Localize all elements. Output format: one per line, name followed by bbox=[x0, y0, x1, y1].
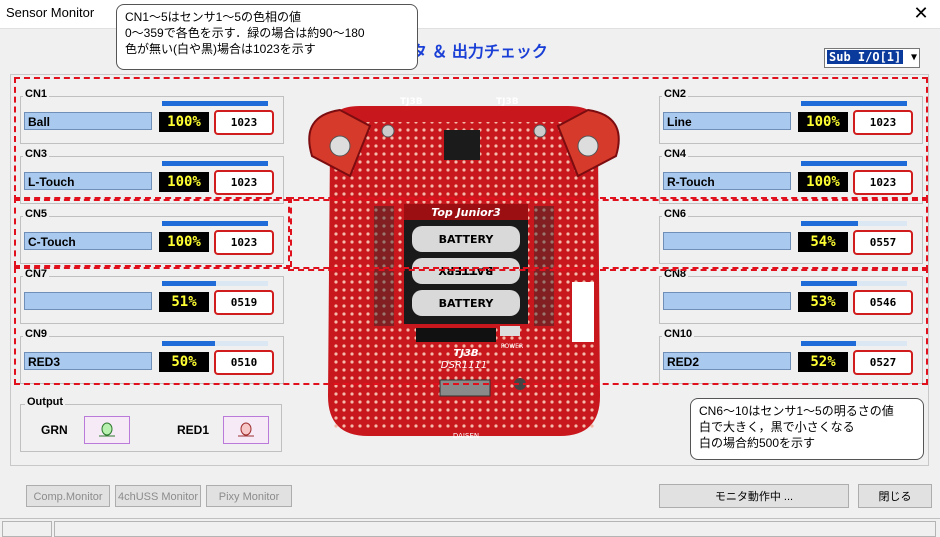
callout-line: CN1～5はセンサ1～5の色相の値 bbox=[125, 10, 302, 24]
window-title: Sensor Monitor bbox=[6, 5, 95, 20]
status-panel bbox=[2, 521, 52, 537]
callout-line: CN6～10はセンサ1～5の明るさの値 bbox=[699, 404, 894, 418]
red1-label: RED1 bbox=[177, 423, 210, 437]
close-icon[interactable]: ✕ bbox=[910, 2, 932, 24]
red1-led-button[interactable] bbox=[223, 416, 269, 444]
chevron-down-icon: ▼ bbox=[910, 52, 917, 63]
annotation-outline-cn6 bbox=[288, 197, 928, 271]
io-select[interactable]: Sub I/O[1] ▼ bbox=[824, 48, 920, 68]
status-panel bbox=[54, 521, 936, 537]
callout-hue: CN1～5はセンサ1～5の色相の値 0～359で各色を示す．緑の場合は約90～1… bbox=[116, 4, 418, 70]
pixy-monitor-button[interactable]: Pixy Monitor bbox=[206, 485, 292, 507]
status-bar bbox=[0, 518, 940, 537]
annotation-outline-upper bbox=[14, 77, 928, 201]
grn-led-button[interactable] bbox=[84, 416, 130, 444]
led-green-icon bbox=[99, 422, 115, 437]
monitor-running-button[interactable]: モニタ動作中 ... bbox=[659, 484, 849, 508]
led-red-icon bbox=[238, 422, 254, 437]
io-select-value: Sub I/O[1] bbox=[827, 50, 903, 64]
callout-line: 0～359で各色を示す．緑の場合は約90～180 bbox=[125, 26, 365, 40]
comp-monitor-button[interactable]: Comp.Monitor bbox=[26, 485, 110, 507]
output-label: Output bbox=[25, 396, 66, 408]
callout-brightness: CN6～10はセンサ1～5の明るさの値 白で大きく，黒で小さくなる 白の場合約5… bbox=[690, 398, 924, 460]
annotation-outline-lower bbox=[14, 267, 928, 385]
callout-line: 白で大きく，黒で小さくなる bbox=[699, 420, 855, 434]
uss-monitor-button[interactable]: 4chUSS Monitor bbox=[115, 485, 201, 507]
output-group: Output GRN RED1 bbox=[20, 396, 282, 452]
callout-line: 白の場合約500を示す bbox=[699, 436, 816, 450]
daisen-label: DAISEN bbox=[453, 432, 479, 440]
close-button[interactable]: 閉じる bbox=[858, 484, 932, 508]
annotation-outline-cn5 bbox=[14, 197, 292, 267]
callout-line: 色が無い(白や黒)場合は1023を示す bbox=[125, 42, 316, 56]
grn-label: GRN bbox=[41, 423, 68, 437]
